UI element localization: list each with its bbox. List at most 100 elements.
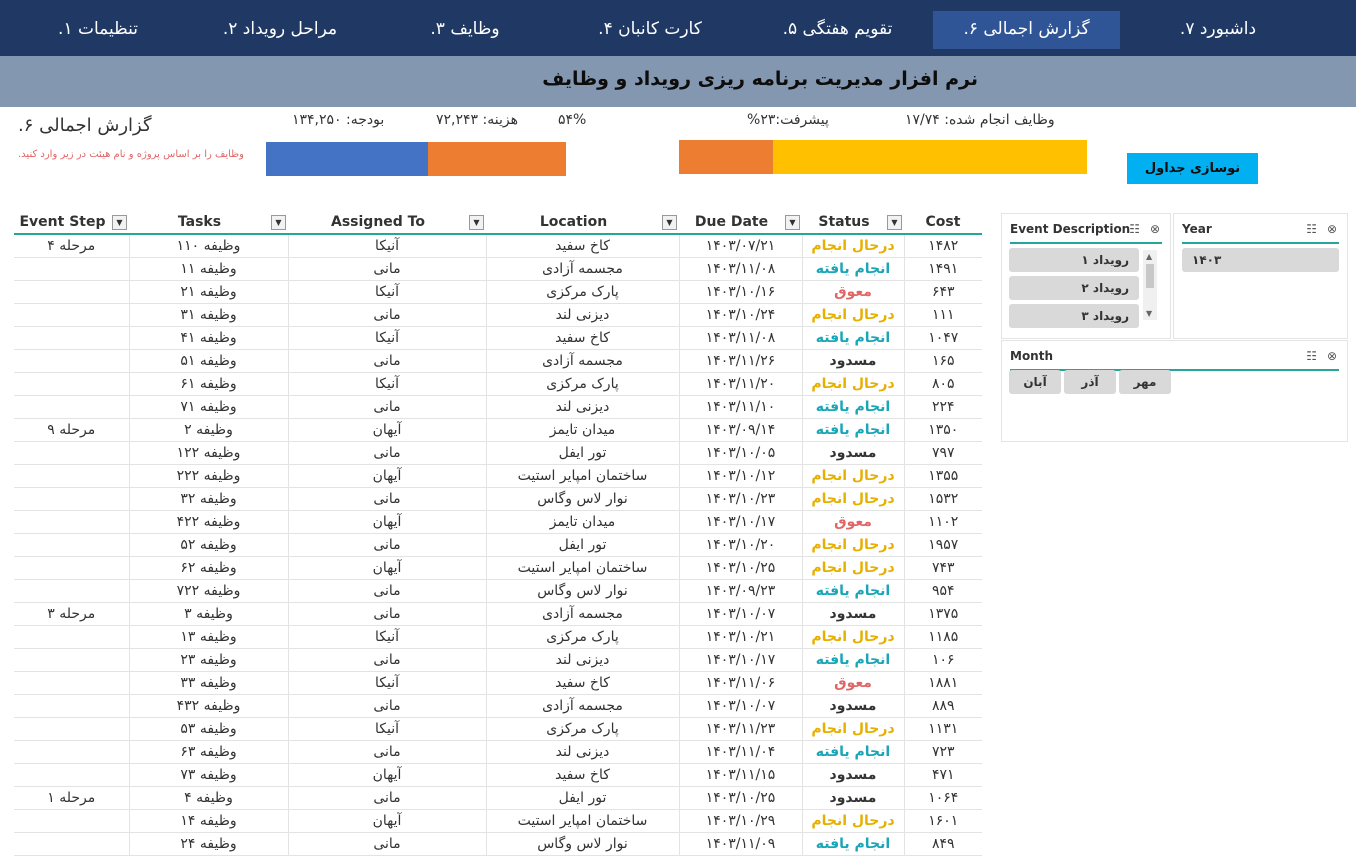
column-header-tasks: Tasks ▼	[129, 211, 288, 235]
cell-cost: ۱۱۱	[904, 303, 982, 327]
cell-cost: ۱۹۵۷	[904, 533, 982, 557]
slicer-item-month-aban[interactable]: آبان	[1009, 370, 1061, 394]
cell-event-step	[14, 579, 130, 603]
scroll-up-icon[interactable]: ▲	[1146, 252, 1152, 261]
multi-select-icon[interactable]: ☷	[1306, 222, 1317, 236]
table-row[interactable]: وظیفه ۵۳ آنیکا پارک مرکزی ۱۴۰۳/۱۱/۲۳ درحال ا…	[14, 717, 982, 741]
cell-event-step	[14, 763, 130, 787]
dropdown-arrow-icon[interactable]: ▼	[887, 215, 902, 230]
slicer-title: Year	[1182, 222, 1212, 236]
cell-assigned-to: مانی	[288, 694, 487, 718]
slicer-item-event-3[interactable]: رویداد ۳	[1009, 304, 1139, 328]
cell-status: درحال انجام	[802, 303, 905, 327]
nav-tab-event-stages[interactable]: مراحل رویداد ۲.	[196, 11, 364, 49]
cell-location: نوار لاس وگاس	[486, 832, 680, 856]
table-row[interactable]: وظیفه ۱۴ آیهان ساختمان امپایر استیت ۱۴۰۳/۱۰…	[14, 809, 982, 833]
multi-select-icon[interactable]: ☷	[1129, 222, 1140, 236]
cell-due-date: ۱۴۰۳/۱۱/۰۶	[679, 671, 803, 695]
cell-assigned-to: مانی	[288, 648, 487, 672]
dropdown-arrow-icon[interactable]: ▼	[271, 215, 286, 230]
nav-tab-settings[interactable]: تنظیمات ۱.	[18, 11, 178, 49]
nav-tab-weekly-calendar[interactable]: تقویم هفتگی ۵.	[755, 11, 920, 49]
table-row[interactable]: وظیفه ۱۲۲ مانی تور ایفل ۱۴۰۳/۱۰/۰۵ مسدود ۷۹۷	[14, 441, 982, 465]
slicer-item-event-2[interactable]: رویداد ۲	[1009, 276, 1139, 300]
table-row[interactable]: وظیفه ۳۲ مانی نوار لاس وگاس ۱۴۰۳/۱۰/۲۳ درحال…	[14, 487, 982, 511]
table-row[interactable]: وظیفه ۴۱ آنیکا کاخ سفید ۱۴۰۳/۱۱/۰۸ انجام یاف…	[14, 326, 982, 350]
table-row[interactable]: مرحله ۳ وظیفه ۳ مانی مجسمه آزادی ۱۴۰۳/۱۰/۰۷ م…	[14, 602, 982, 626]
table-row[interactable]: وظیفه ۷۲۲ مانی نوار لاس وگاس ۱۴۰۳/۰۹/۲۳ انجا…	[14, 579, 982, 603]
cell-assigned-to: آنیکا	[288, 326, 487, 350]
cell-location: تور ایفل	[486, 441, 680, 465]
clear-filter-icon[interactable]: ⊗	[1327, 222, 1337, 236]
nav-tab-dashboard[interactable]: داشبورد ۷.	[1148, 11, 1288, 49]
cell-due-date: ۱۴۰۳/۱۱/۰۹	[679, 832, 803, 856]
cell-assigned-to: مانی	[288, 395, 487, 419]
table-row[interactable]: وظیفه ۷۳ آیهان کاخ سفید ۱۴۰۳/۱۱/۱۵ مسدود ۴۷۱	[14, 763, 982, 787]
cell-assigned-to: آیهان	[288, 556, 487, 580]
table-row[interactable]: وظیفه ۴۳۲ مانی مجسمه آزادی ۱۴۰۳/۱۰/۰۷ مسدود ۸…	[14, 694, 982, 718]
cell-assigned-to: آنیکا	[288, 625, 487, 649]
table-row[interactable]: وظیفه ۲۱ آنیکا پارک مرکزی ۱۴۰۳/۱۰/۱۶ معوق ۶۴۳	[14, 280, 982, 304]
scroll-down-icon[interactable]: ▼	[1146, 309, 1152, 318]
table-row[interactable]: مرحله ۴ وظیفه ۱۱۰ آنیکا کاخ سفید ۱۴۰۳/۰۷/۲۱ د…	[14, 234, 982, 258]
slicer-item-month-azar[interactable]: آذر	[1064, 370, 1116, 394]
slicer-item-month-mehr[interactable]: مهر	[1119, 370, 1171, 394]
progress-bar-remainder	[772, 140, 1087, 174]
slicer-title: Month	[1010, 349, 1054, 363]
dropdown-arrow-icon[interactable]: ▼	[785, 215, 800, 230]
nav-tab-summary-report[interactable]: گزارش اجمالی ۶.	[933, 11, 1120, 49]
cell-task: وظیفه ۶۱	[129, 372, 289, 396]
cell-due-date: ۱۴۰۳/۱۰/۱۷	[679, 648, 803, 672]
table-row[interactable]: وظیفه ۷۱ مانی دیزنی لند ۱۴۰۳/۱۱/۱۰ انجام یاف…	[14, 395, 982, 419]
cell-location: کاخ سفید	[486, 671, 680, 695]
cell-cost: ۸۰۵	[904, 372, 982, 396]
cell-event-step	[14, 349, 130, 373]
cell-status: معوق	[802, 671, 905, 695]
table-row[interactable]: وظیفه ۲۴ مانی نوار لاس وگاس ۱۴۰۳/۱۱/۰۹ انجام…	[14, 832, 982, 856]
cell-due-date: ۱۴۰۳/۱۱/۰۸	[679, 257, 803, 281]
table-row[interactable]: مرحله ۹ وظیفه ۲ آیهان میدان تایمز ۱۴۰۳/۰۹/۱۴…	[14, 418, 982, 442]
table-row[interactable]: وظیفه ۲۲۲ آیهان ساختمان امپایر استیت ۱۴۰۳/۱…	[14, 464, 982, 488]
refresh-tables-button[interactable]: نوسازی جداول	[1127, 153, 1258, 184]
cell-status: انجام یافته	[802, 326, 905, 350]
table-row[interactable]: وظیفه ۲۳ مانی دیزنی لند ۱۴۰۳/۱۰/۱۷ انجام یاف…	[14, 648, 982, 672]
table-row[interactable]: وظیفه ۳۳ آنیکا کاخ سفید ۱۴۰۳/۱۱/۰۶ معوق ۱۸۸۱	[14, 671, 982, 695]
dropdown-arrow-icon[interactable]: ▼	[662, 215, 677, 230]
scrollbar-thumb[interactable]	[1146, 264, 1154, 288]
cell-location: میدان تایمز	[486, 418, 680, 442]
cell-location: مجسمه آزادی	[486, 349, 680, 373]
cell-location: تور ایفل	[486, 786, 680, 810]
table-row[interactable]: مرحله ۱ وظیفه ۴ مانی تور ایفل ۱۴۰۳/۱۰/۲۵ مسدو…	[14, 786, 982, 810]
table-row[interactable]: وظیفه ۱۱ مانی مجسمه آزادی ۱۴۰۳/۱۱/۰۸ انجام ی…	[14, 257, 982, 281]
top-nav: تنظیمات ۱. مراحل رویداد ۲. وظایف ۳. کارت…	[0, 0, 1356, 56]
column-header-cost: Cost	[904, 211, 982, 235]
clear-filter-icon[interactable]: ⊗	[1327, 349, 1337, 363]
cell-location: ساختمان امپایر استیت	[486, 464, 680, 488]
dropdown-arrow-icon[interactable]: ▼	[469, 215, 484, 230]
table-row[interactable]: وظیفه ۶۲ آیهان ساختمان امپایر استیت ۱۴۰۳/۱۰…	[14, 556, 982, 580]
cell-task: وظیفه ۱۱	[129, 257, 289, 281]
cell-status: مسدود	[802, 602, 905, 626]
cell-assigned-to: آنیکا	[288, 280, 487, 304]
slicer-item-year-1403[interactable]: ۱۴۰۳	[1182, 248, 1339, 272]
cell-status: درحال انجام	[802, 809, 905, 833]
cell-assigned-to: آیهان	[288, 464, 487, 488]
nav-tab-kanban[interactable]: کارت کانبان ۴.	[570, 11, 730, 49]
dropdown-arrow-icon[interactable]: ▼	[112, 215, 127, 230]
title-bar: نرم افزار مدیریت برنامه ریزی رویداد و وظ…	[0, 56, 1356, 107]
slicer-item-event-1[interactable]: رویداد ۱	[1009, 248, 1139, 272]
table-row[interactable]: وظیفه ۱۳ آنیکا پارک مرکزی ۱۴۰۳/۱۰/۲۱ درحال ا…	[14, 625, 982, 649]
multi-select-icon[interactable]: ☷	[1306, 349, 1317, 363]
nav-tab-tasks[interactable]: وظایف ۳.	[390, 11, 540, 49]
slicer-scrollbar[interactable]: ▲ ▼	[1143, 250, 1157, 320]
clear-filter-icon[interactable]: ⊗	[1150, 222, 1160, 236]
cell-task: وظیفه ۲۱	[129, 280, 289, 304]
table-row[interactable]: وظیفه ۵۲ مانی تور ایفل ۱۴۰۳/۱۰/۲۰ درحال انجا…	[14, 533, 982, 557]
table-row[interactable]: وظیفه ۳۱ مانی دیزنی لند ۱۴۰۳/۱۰/۲۴ درحال انج…	[14, 303, 982, 327]
table-row[interactable]: وظیفه ۴۲۲ آیهان میدان تایمز ۱۴۰۳/۱۰/۱۷ معوق ۱…	[14, 510, 982, 534]
cell-cost: ۴۷۱	[904, 763, 982, 787]
table-row[interactable]: وظیفه ۶۱ آنیکا پارک مرکزی ۱۴۰۳/۱۱/۲۰ درحال ا…	[14, 372, 982, 396]
table-row[interactable]: وظیفه ۶۳ مانی دیزنی لند ۱۴۰۳/۱۱/۰۴ انجام یاف…	[14, 740, 982, 764]
table-row[interactable]: وظیفه ۵۱ مانی مجسمه آزادی ۱۴۰۳/۱۱/۲۶ مسدود ۱۶…	[14, 349, 982, 373]
task-progress-bar	[679, 140, 1087, 174]
